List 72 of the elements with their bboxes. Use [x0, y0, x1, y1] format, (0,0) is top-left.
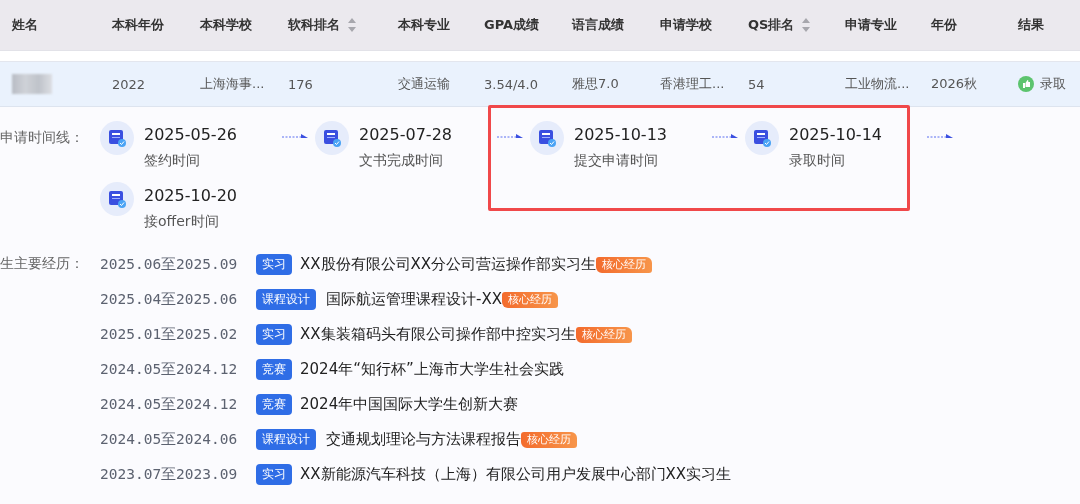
- column-header: GPA成绩: [484, 16, 540, 34]
- thumbs-up-icon: [1018, 76, 1034, 92]
- experience-title: 国际航运管理课程设计-XX: [326, 290, 502, 309]
- table-cell: 雅思7.0: [572, 75, 619, 93]
- core-badge: 核心经历: [596, 256, 653, 273]
- table-cell: 2026秋: [931, 75, 978, 93]
- category-tag: 实习: [256, 464, 292, 485]
- step-caption: 录取时间: [789, 152, 846, 170]
- document-check-icon: [323, 129, 341, 147]
- table-cell: 香港理工...: [660, 75, 725, 93]
- experience-label: 生主要经历：: [0, 254, 85, 273]
- step-caption: 提交申请时间: [574, 152, 659, 170]
- dashed-arrow: [497, 133, 523, 139]
- table-cell: 54: [748, 76, 765, 92]
- period-text: 2025.01至2025.02: [100, 325, 239, 344]
- table-cell: 2022: [112, 76, 146, 92]
- step-date: 2025-10-14: [789, 124, 882, 146]
- timeline-label: 申请时间线：: [0, 128, 85, 147]
- table-cell: 工业物流...: [845, 75, 910, 93]
- experience-title: 交通规划理论与方法课程报告: [326, 430, 521, 449]
- step-date: 2025-10-13: [574, 124, 667, 146]
- category-tag: 课程设计: [256, 289, 316, 310]
- category-tag: 课程设计: [256, 429, 316, 450]
- step-date: 2025-05-26: [144, 124, 237, 146]
- category-tag: 竞赛: [256, 394, 292, 415]
- table-cell: 上海海事...: [200, 75, 265, 93]
- category-tag: 实习: [256, 324, 292, 345]
- column-header: 申请学校: [660, 16, 712, 34]
- table-cell: 3.54/4.0: [484, 76, 538, 92]
- experience-title: XX股份有限公司XX分公司营运操作部实习生: [300, 255, 597, 274]
- period-text: 2024.05至2024.12: [100, 360, 239, 379]
- step-caption: 签约时间: [144, 152, 201, 170]
- column-header: 申请专业: [845, 16, 897, 34]
- period-text: 2024.05至2024.06: [100, 430, 239, 449]
- column-header[interactable]: QS排名: [748, 16, 795, 34]
- sort-icon[interactable]: [348, 17, 356, 33]
- document-check-icon: [108, 190, 126, 208]
- column-header: 本科年份: [112, 16, 164, 34]
- step-date: 2025-10-20: [144, 185, 237, 207]
- table-cell: 交通运输: [398, 75, 450, 93]
- experience-title: XX新能源汽车科技（上海）有限公司用户发展中心部门XX实习生: [300, 465, 732, 484]
- core-badge: 核心经历: [501, 291, 558, 308]
- table-cell: 176: [288, 76, 313, 92]
- core-badge: 核心经历: [575, 326, 632, 343]
- period-text: 2023.07至2023.09: [100, 465, 239, 484]
- column-header[interactable]: 软科排名: [288, 16, 340, 34]
- document-check-icon: [753, 129, 771, 147]
- document-check-icon: [108, 129, 126, 147]
- experience-title: 2024年中国国际大学生创新大赛: [300, 395, 519, 414]
- dashed-arrow: [712, 133, 738, 139]
- period-text: 2025.06至2025.09: [100, 255, 239, 274]
- experience-title: 2024年“知行杯”上海市大学生社会实践: [300, 360, 564, 379]
- document-check-icon: [538, 129, 556, 147]
- step-caption: 接offer时间: [144, 213, 220, 231]
- dashed-arrow: [927, 133, 953, 139]
- column-header: 年份: [931, 16, 957, 34]
- step-date: 2025-07-28: [359, 124, 452, 146]
- column-header: 语言成绩: [572, 16, 624, 34]
- category-tag: 实习: [256, 254, 292, 275]
- dashed-arrow: [282, 133, 308, 139]
- sort-icon[interactable]: [802, 17, 811, 33]
- experience-title: XX集装箱码头有限公司操作部中控实习生: [300, 325, 576, 344]
- column-header: 结果: [1018, 16, 1044, 34]
- core-badge: 核心经历: [521, 431, 577, 448]
- category-tag: 竞赛: [256, 359, 292, 380]
- column-header: 本科学校: [200, 16, 252, 34]
- period-text: 2025.04至2025.06: [100, 290, 239, 309]
- result-label: 录取: [1040, 75, 1066, 93]
- period-text: 2024.05至2024.12: [100, 395, 239, 414]
- column-header: 姓名: [12, 16, 38, 34]
- column-header: 本科专业: [398, 16, 450, 34]
- step-caption: 文书完成时间: [359, 152, 444, 170]
